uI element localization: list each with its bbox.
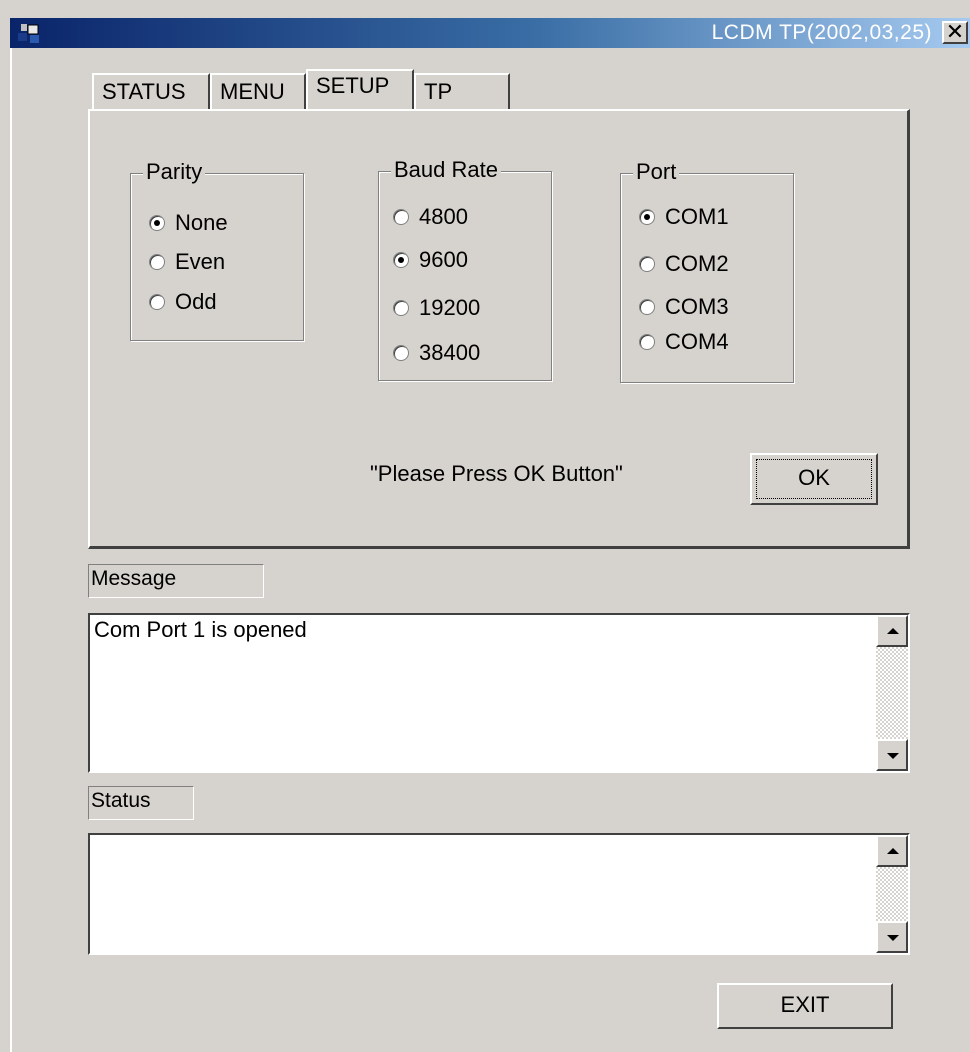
port-com1-radio[interactable]: COM1 bbox=[639, 204, 729, 230]
message-textarea[interactable]: Com Port 1 is opened bbox=[88, 613, 910, 773]
ok-prompt-text: "Please Press OK Button" bbox=[370, 461, 623, 486]
arrow-up-icon bbox=[887, 628, 899, 634]
parity-group-title: Parity bbox=[143, 158, 206, 186]
close-icon: ✕ bbox=[945, 19, 965, 44]
status-label-text: Status bbox=[91, 789, 151, 812]
parity-odd-label: Odd bbox=[175, 289, 217, 314]
parity-none-radio[interactable]: None bbox=[149, 210, 228, 236]
baud-rate-group: Baud Rate 4800 9600 19200 38400 bbox=[378, 156, 552, 381]
exit-button-label: EXIT bbox=[780, 992, 830, 1017]
parity-even-label: Even bbox=[175, 249, 226, 274]
radio-icon bbox=[393, 300, 409, 316]
radio-selected-icon bbox=[393, 252, 409, 268]
port-com3-radio[interactable]: COM3 bbox=[639, 294, 729, 320]
scroll-up-button[interactable] bbox=[876, 835, 908, 867]
radio-selected-icon bbox=[639, 209, 655, 225]
baud-19200-radio[interactable]: 19200 bbox=[393, 295, 480, 321]
baud-4800-radio[interactable]: 4800 bbox=[393, 204, 468, 230]
radio-icon bbox=[149, 294, 165, 310]
message-scrollbar[interactable] bbox=[876, 615, 908, 771]
scroll-up-button[interactable] bbox=[876, 615, 908, 647]
arrow-down-icon bbox=[887, 935, 899, 941]
tab-tp-label: TP bbox=[424, 79, 453, 104]
app-icon bbox=[18, 24, 39, 43]
message-label: Message bbox=[88, 564, 264, 598]
window-border bbox=[10, 48, 12, 1052]
port-group-title: Port bbox=[633, 158, 680, 186]
tab-status[interactable]: STATUS bbox=[92, 73, 210, 109]
arrow-down-icon bbox=[887, 753, 899, 759]
scroll-down-button[interactable] bbox=[876, 921, 908, 953]
window-title: LCDM TP(2002,03,25) bbox=[711, 21, 932, 44]
status-textarea[interactable] bbox=[88, 833, 910, 955]
close-button[interactable]: ✕ bbox=[942, 21, 968, 44]
tab-menu[interactable]: MENU bbox=[210, 73, 306, 109]
baud-19200-label: 19200 bbox=[419, 295, 481, 320]
port-com2-radio[interactable]: COM2 bbox=[639, 251, 729, 277]
status-scrollbar[interactable] bbox=[876, 835, 908, 953]
tab-menu-label: MENU bbox=[220, 79, 285, 104]
baud-38400-radio[interactable]: 38400 bbox=[393, 340, 480, 366]
radio-icon bbox=[393, 209, 409, 225]
radio-icon bbox=[639, 256, 655, 272]
setup-panel: Parity None Even Odd Baud Rate 4800 9600… bbox=[88, 109, 910, 549]
arrow-up-icon bbox=[887, 848, 899, 854]
baud-rate-group-title: Baud Rate bbox=[391, 156, 501, 184]
port-group: Port COM1 COM2 COM3 COM4 bbox=[620, 158, 794, 383]
exit-button[interactable]: EXIT bbox=[717, 983, 893, 1029]
baud-4800-label: 4800 bbox=[419, 204, 468, 229]
port-com3-label: COM3 bbox=[665, 294, 729, 319]
ok-button[interactable]: OK bbox=[750, 453, 878, 505]
radio-selected-icon bbox=[149, 215, 165, 231]
focus-rect bbox=[756, 459, 872, 499]
radio-icon bbox=[149, 254, 165, 270]
parity-odd-radio[interactable]: Odd bbox=[149, 289, 217, 315]
port-com4-label: COM4 bbox=[665, 329, 729, 354]
tab-setup-label: SETUP bbox=[316, 73, 390, 98]
tab-tp[interactable]: TP bbox=[414, 73, 510, 109]
tab-status-label: STATUS bbox=[102, 79, 186, 104]
title-bar[interactable]: LCDM TP(2002,03,25) ✕ bbox=[10, 18, 970, 48]
radio-icon bbox=[639, 334, 655, 350]
radio-icon bbox=[393, 345, 409, 361]
message-label-text: Message bbox=[91, 567, 177, 590]
parity-even-radio[interactable]: Even bbox=[149, 249, 225, 275]
app-window: LCDM TP(2002,03,25) ✕ STATUS MENU SETUP … bbox=[0, 0, 970, 1052]
message-text: Com Port 1 is opened bbox=[94, 617, 307, 642]
parity-none-label: None bbox=[175, 210, 228, 235]
baud-38400-label: 38400 bbox=[419, 340, 481, 365]
baud-9600-label: 9600 bbox=[419, 247, 468, 272]
parity-group: Parity None Even Odd bbox=[130, 158, 304, 341]
port-com4-radio[interactable]: COM4 bbox=[639, 329, 729, 355]
tab-setup[interactable]: SETUP bbox=[306, 69, 414, 109]
port-com2-label: COM2 bbox=[665, 251, 729, 276]
baud-9600-radio[interactable]: 9600 bbox=[393, 247, 468, 273]
port-com1-label: COM1 bbox=[665, 204, 729, 229]
status-label: Status bbox=[88, 786, 194, 820]
radio-icon bbox=[639, 299, 655, 315]
scroll-down-button[interactable] bbox=[876, 739, 908, 771]
